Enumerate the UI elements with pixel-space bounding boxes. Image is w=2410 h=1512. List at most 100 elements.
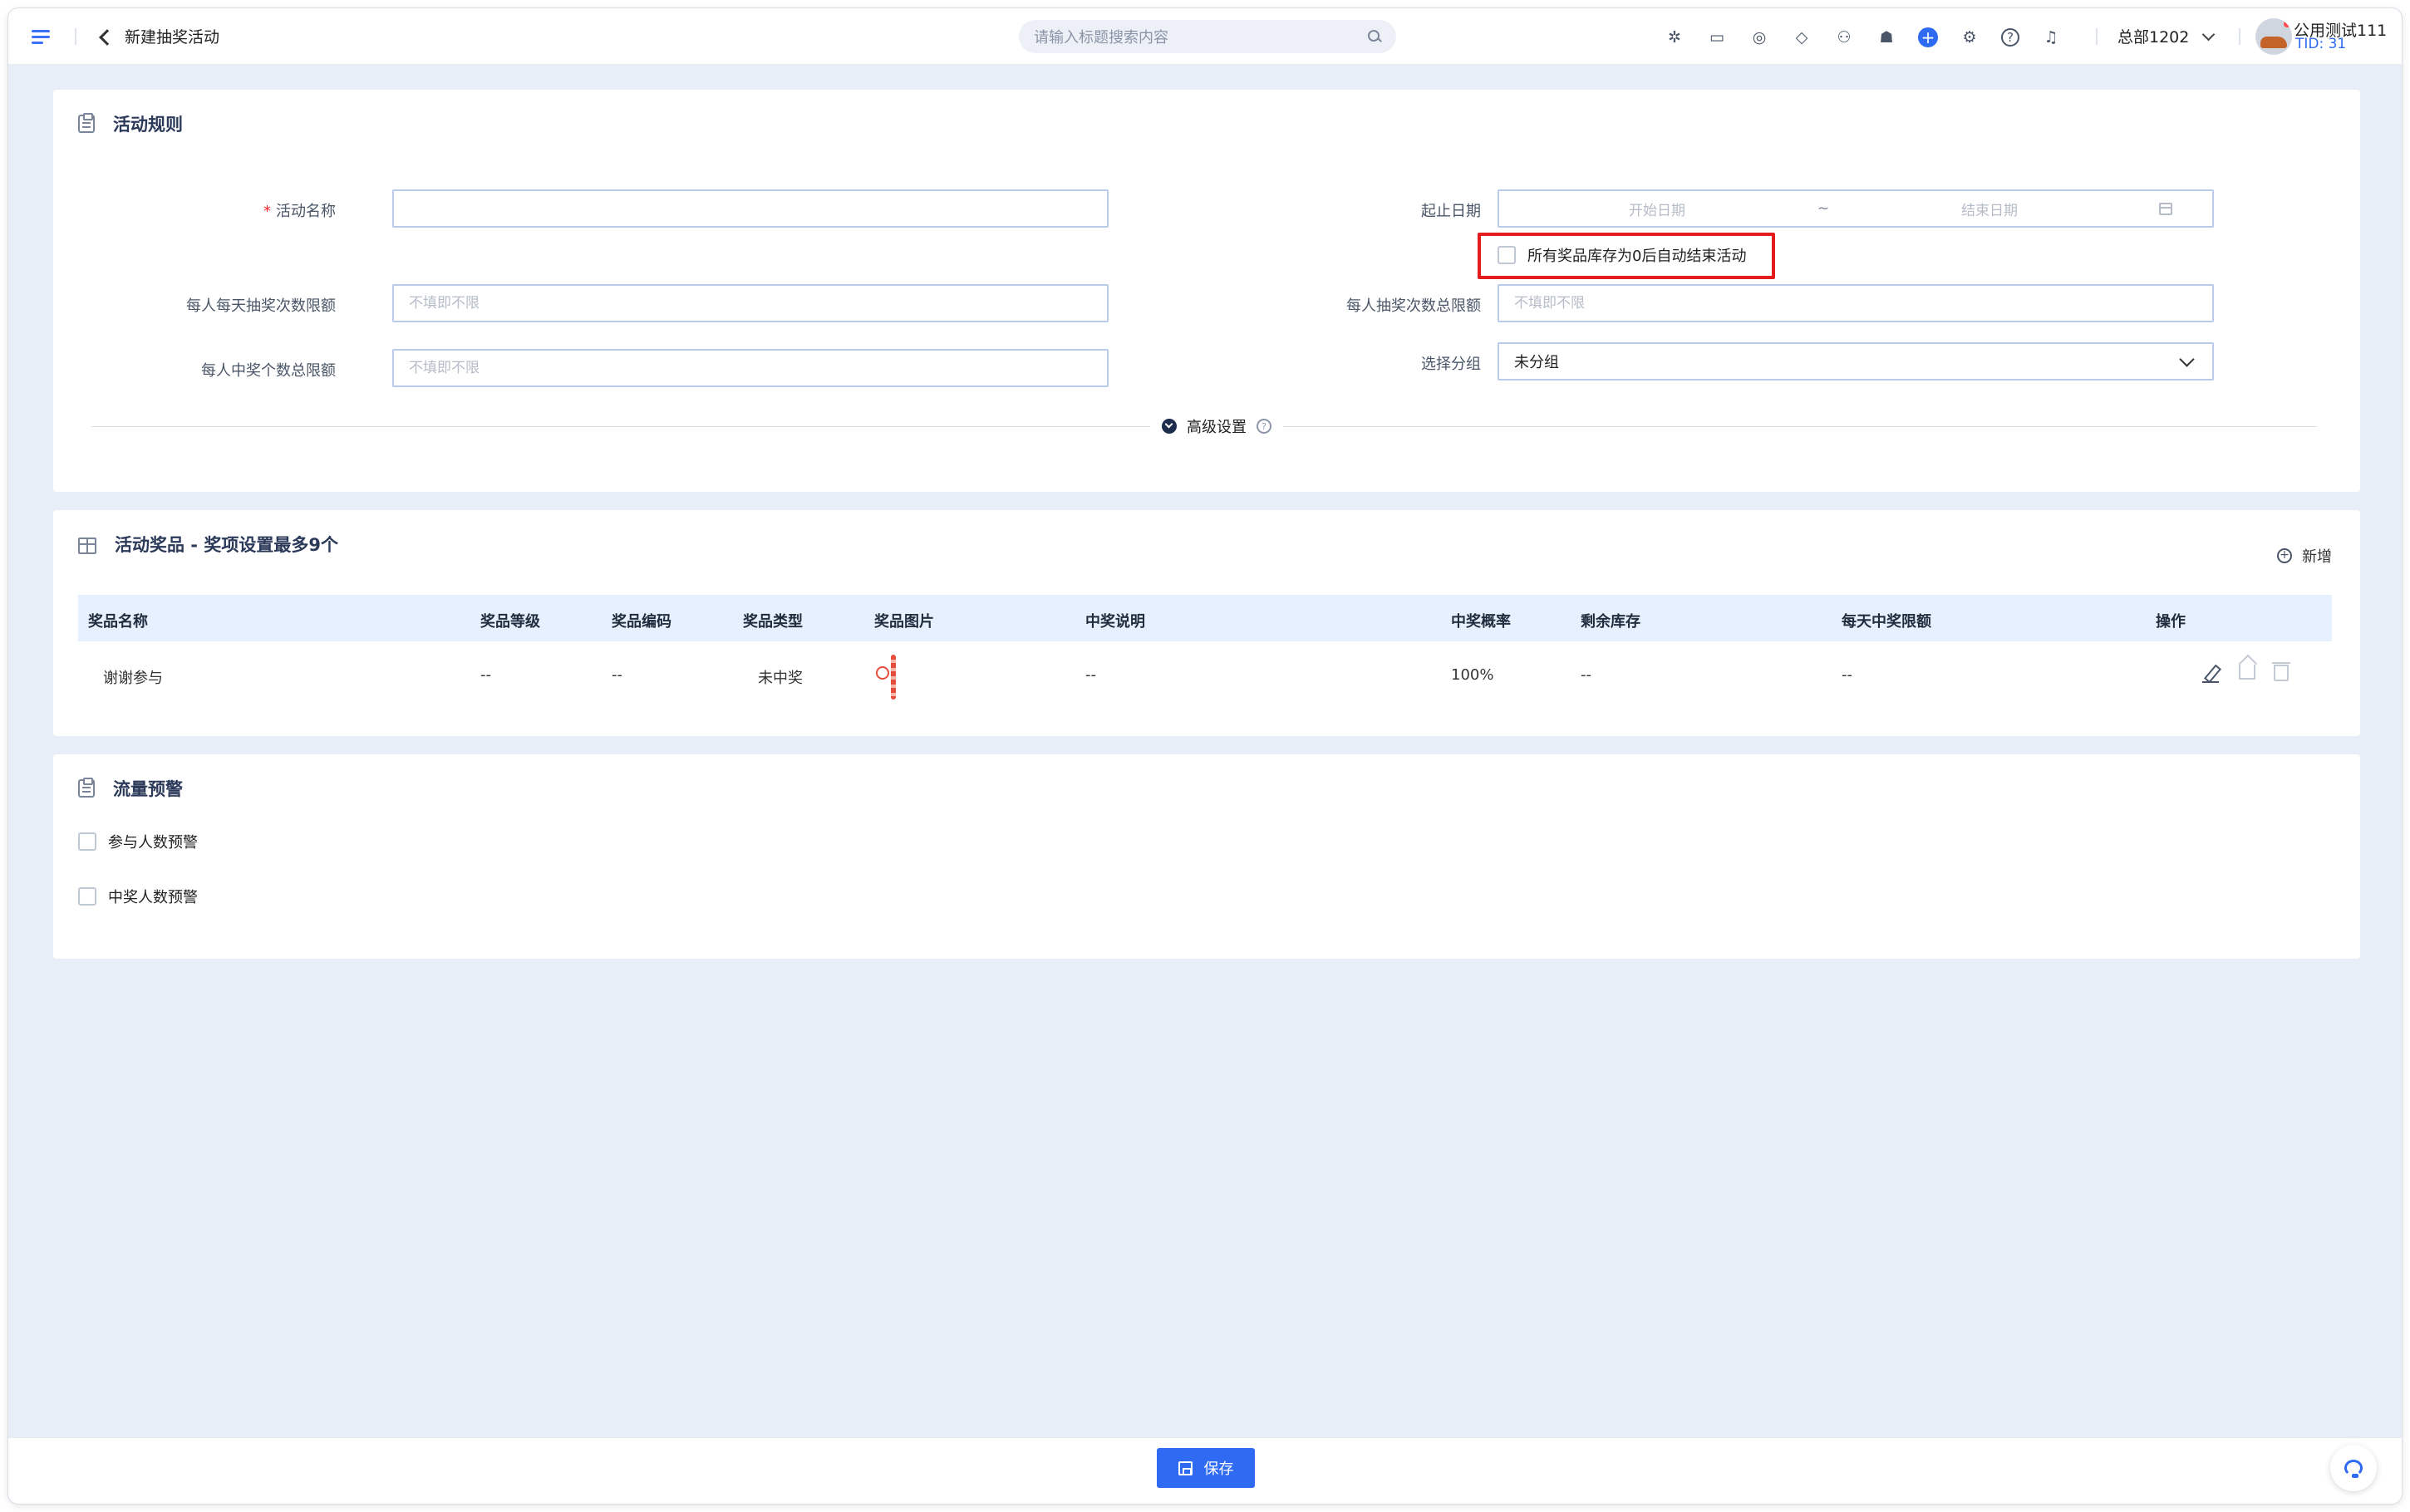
participants-warning-option[interactable]: 参与人数预警 (78, 831, 198, 852)
participants-warning-label: 参与人数预警 (108, 834, 198, 852)
card-header: 流量预警 (78, 776, 183, 801)
prize-table: 奖品名称 奖品等级 奖品编码 奖品类型 奖品图片 中奖说明 中奖概率 剩余库存 … (78, 595, 2332, 708)
avatar[interactable] (2255, 18, 2292, 55)
card-title: 活动奖品 - 奖项设置最多9个 (115, 535, 338, 555)
participants-warning-checkbox[interactable] (78, 832, 96, 851)
prize-level: -- (480, 666, 491, 684)
search-placeholder: 请输入标题搜索内容 (1034, 29, 1168, 47)
winners-warning-option[interactable]: 中奖人数预警 (78, 886, 198, 907)
date-range-picker[interactable]: 开始日期 ~ 结束日期 (1498, 189, 2214, 228)
column-header: 奖品编码 (612, 613, 671, 631)
advanced-settings-toggle[interactable]: 高级设置 ? (1150, 415, 1283, 437)
chevron-down-circle-icon (1162, 419, 1177, 434)
column-header: 中奖概率 (1451, 613, 1511, 631)
column-header: 奖品图片 (874, 613, 934, 631)
advanced-settings-label: 高级设置 (1187, 419, 1247, 436)
chevron-left-icon (99, 28, 116, 46)
chevron-down-icon (2179, 351, 2195, 367)
card-header: 活动奖品 - 奖项设置最多9个 (78, 532, 338, 557)
hat-icon[interactable]: ☗ (1876, 27, 1897, 48)
column-header: 操作 (2156, 613, 2186, 631)
toolbar-icons: ✲ ▭ ◎ ◇ ⚇ ☗ + ⚙ ? ♫ (1664, 27, 2083, 48)
save-button[interactable]: 保存 (1157, 1448, 1255, 1488)
save-label: 保存 (1203, 1460, 1234, 1478)
bottom-bar: 保存 (8, 1437, 2402, 1504)
customer-support-button[interactable] (2330, 1445, 2377, 1491)
chevron-down-icon (2202, 27, 2216, 42)
prize-image (876, 651, 898, 701)
daily-limit-label: 每人每天抽奖次数限额 (186, 297, 336, 315)
card-title: 流量预警 (113, 779, 183, 799)
prize-daily-limit: -- (1842, 666, 1852, 684)
table-header: 奖品名称 奖品等级 奖品编码 奖品类型 奖品图片 中奖说明 中奖概率 剩余库存 … (78, 595, 2332, 641)
required-mark: * (263, 203, 271, 220)
win-limit-input[interactable] (392, 349, 1109, 387)
prize-probability: 100% (1451, 666, 1494, 684)
sparkle-icon[interactable]: ✲ (1664, 27, 1685, 48)
org-selector[interactable]: 总部1202 (2117, 25, 2216, 47)
activity-name-label-text: 活动名称 (276, 203, 336, 220)
table-row: 谢谢参与 -- -- 未中奖 -- 100% -- -- (78, 641, 2332, 708)
auto-end-label: 所有奖品库存为0后自动结束活动 (1527, 248, 1747, 265)
top-bar: 新建抽奖活动 请输入标题搜索内容 ✲ ▭ ◎ ◇ ⚇ ☗ + ⚙ ? ♫ 总部1… (8, 8, 2402, 65)
group-select[interactable]: 未分组 (1498, 342, 2214, 380)
help-icon[interactable]: ? (1257, 419, 1271, 434)
prize-name: 谢谢参与 (103, 670, 163, 687)
back-button[interactable]: 新建抽奖活动 (99, 25, 220, 47)
menu-toggle-icon[interactable] (32, 27, 52, 47)
help-icon[interactable]: ? (2001, 28, 2019, 47)
save-icon (1178, 1460, 1193, 1475)
home-icon[interactable] (2239, 665, 2255, 680)
plus-circle-icon: + (2277, 548, 2292, 563)
activity-rules-card: 活动规则 * 活动名称 起止日期 开始日期 ~ 结束日期 所有奖品库存为0后自动结… (53, 90, 2360, 492)
search-input[interactable]: 请输入标题搜索内容 (1019, 20, 1396, 53)
headset-icon (2344, 1460, 2363, 1478)
search-icon[interactable] (1368, 30, 1381, 43)
edit-icon[interactable] (2202, 665, 2221, 683)
auto-end-checkbox[interactable] (1498, 246, 1516, 264)
prizes-card: 活动奖品 - 奖项设置最多9个 + 新增 奖品名称 奖品等级 奖品编码 奖品类型… (53, 510, 2360, 736)
column-header: 剩余库存 (1581, 613, 1640, 631)
clipboard-icon (78, 113, 95, 133)
card-title: 活动规则 (113, 115, 183, 135)
gear-icon[interactable]: ⚙ (1959, 27, 1980, 48)
winners-warning-checkbox[interactable] (78, 887, 96, 906)
prize-type: 未中奖 (758, 670, 803, 687)
divider (75, 28, 76, 45)
activity-name-input[interactable] (392, 189, 1109, 228)
card-header: 活动规则 (78, 111, 183, 136)
date-end-placeholder: 结束日期 (1961, 202, 2018, 219)
add-prize-label: 新增 (2302, 548, 2332, 566)
prize-code: -- (612, 666, 622, 684)
add-prize-button[interactable]: + 新增 (2277, 545, 2332, 567)
auto-end-option[interactable]: 所有奖品库存为0后自动结束活动 (1498, 244, 1746, 266)
daily-limit-input[interactable] (392, 284, 1109, 322)
app-window: 新建抽奖活动 请输入标题搜索内容 ✲ ▭ ◎ ◇ ⚇ ☗ + ⚙ ? ♫ 总部1… (8, 8, 2402, 1504)
users-icon[interactable]: ⚇ (1833, 27, 1855, 48)
bell-icon[interactable]: ♫ (2040, 27, 2062, 48)
column-header: 奖品类型 (743, 613, 803, 631)
date-range-label: 起止日期 (1421, 203, 1481, 220)
prize-desc: -- (1085, 666, 1096, 684)
trash-icon[interactable] (2272, 662, 2290, 681)
message-icon[interactable]: ▭ (1706, 27, 1728, 48)
prize-stock: -- (1581, 666, 1591, 684)
calendar-icon (2159, 202, 2172, 215)
plus-circle-icon[interactable]: + (1918, 27, 1938, 47)
total-draw-input[interactable] (1498, 284, 2214, 322)
divider (2239, 28, 2240, 45)
column-header: 每天中奖限额 (1842, 613, 1931, 631)
gift-icon (78, 538, 96, 554)
tag-icon[interactable]: ◇ (1791, 27, 1812, 48)
clipboard-icon (78, 778, 95, 798)
divider (2096, 28, 2098, 45)
column-header: 奖品等级 (480, 613, 540, 631)
total-draw-label: 每人抽奖次数总限额 (1346, 297, 1481, 315)
column-header: 中奖说明 (1085, 613, 1145, 631)
user-tid: TID: 31 (2295, 36, 2347, 52)
group-label: 选择分组 (1421, 356, 1481, 373)
page-title: 新建抽奖活动 (125, 28, 220, 47)
activity-name-label: * 活动名称 (53, 199, 336, 221)
column-header: 奖品名称 (88, 613, 148, 631)
compass-icon[interactable]: ◎ (1748, 27, 1770, 48)
